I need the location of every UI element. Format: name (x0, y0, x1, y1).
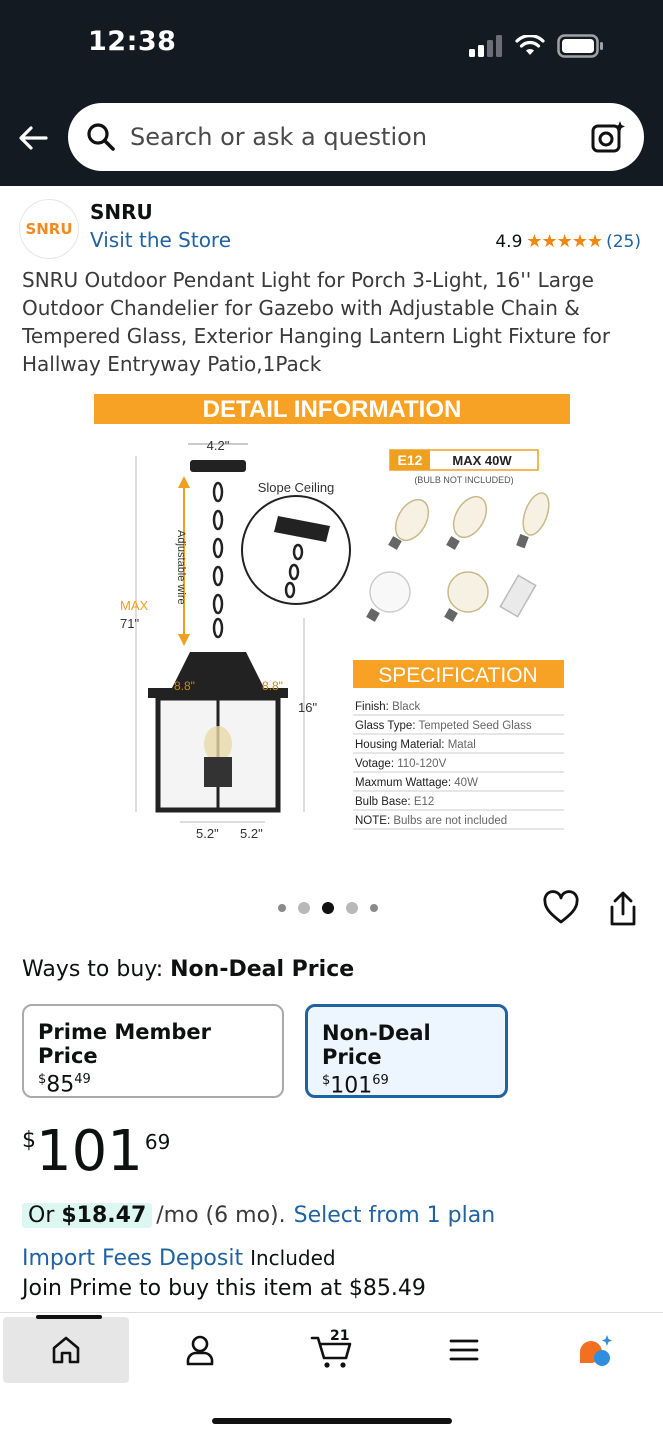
home-indicator (212, 1418, 452, 1424)
review-count[interactable]: (25) (606, 232, 641, 252)
share-icon[interactable] (606, 890, 640, 928)
brand-logo[interactable]: SNRU (20, 200, 78, 258)
wifi-icon (515, 35, 545, 55)
option-label: Prime Member Price (38, 1020, 212, 1068)
ways-to-buy: Ways to buy: Non-Deal Price (22, 957, 355, 982)
join-prime-text: Join Prime to buy this item at $85.49 (22, 1276, 426, 1301)
svg-text:71": 71" (120, 616, 139, 631)
option-label: Non-Deal Price (322, 1021, 431, 1069)
svg-text:SPECIFICATION: SPECIFICATION (378, 664, 537, 687)
installment-offer: Or $18.47 /mo (6 mo). Select from 1 plan (22, 1203, 495, 1228)
spec-row: Housing Material: Matal (355, 739, 476, 751)
search-icon (87, 123, 115, 151)
brand-name: SNRU (90, 200, 153, 224)
star-rating-icon: ★★★★★ (526, 231, 603, 252)
banner-text: DETAIL INFORMATION (203, 396, 462, 423)
option-price: $10169 (322, 1073, 389, 1099)
svg-text:16": 16" (298, 700, 317, 715)
menu-icon (449, 1339, 479, 1361)
spec-row: Glass Type: Tempeted Seed Glass (355, 720, 532, 732)
nav-cart[interactable]: 21 (272, 1317, 392, 1383)
prime-price-option[interactable]: Prime Member Price $8549 (22, 1004, 284, 1098)
signal-icon (469, 35, 502, 57)
non-deal-price-option[interactable]: Non-Deal Price $10169 (305, 1004, 508, 1098)
camera-search-icon[interactable] (590, 119, 626, 155)
cart-count: 21 (330, 1328, 350, 1344)
svg-text:MAX: MAX (120, 598, 149, 613)
svg-text:Adjustable wire: Adjustable wire (175, 530, 187, 605)
spec-row: Votage: 110-120V (355, 758, 447, 770)
cart-icon: 21 (310, 1328, 354, 1370)
rufus-assistant-icon (580, 1335, 612, 1366)
product-image[interactable]: DETAIL INFORMATION 4.2" Adjustable wire … (90, 392, 575, 847)
carousel-dot-active[interactable] (322, 902, 334, 914)
svg-text:8.8": 8.8" (262, 679, 283, 693)
select-plan-link[interactable]: Select from 1 plan (294, 1203, 496, 1228)
carousel-dot[interactable] (298, 902, 310, 914)
svg-text:4.2": 4.2" (207, 438, 230, 453)
search-bar[interactable]: Search or ask a question (68, 103, 644, 171)
svg-text:5.2": 5.2" (196, 826, 219, 841)
rating-summary[interactable]: 4.9 ★★★★★ (25) (495, 231, 641, 252)
spec-row: Finish: Black (355, 701, 420, 713)
status-time: 12:38 (88, 26, 177, 57)
nav-rufus[interactable] (536, 1317, 656, 1383)
product-title: SNRU Outdoor Pendant Light for Porch 3-L… (22, 268, 611, 376)
image-carousel-dots[interactable] (278, 902, 378, 914)
current-price: $ 101 69 (22, 1119, 171, 1184)
top-header: 12:38 Search or ask a question (0, 0, 663, 186)
svg-text:Slope Ceiling: Slope Ceiling (258, 480, 335, 495)
search-input[interactable]: Search or ask a question (130, 123, 590, 151)
import-fees: Import Fees Deposit Included (22, 1246, 336, 1271)
svg-text:(BULB NOT INCLUDED): (BULB NOT INCLUDED) (414, 475, 513, 485)
rating-value: 4.9 (495, 231, 523, 252)
back-arrow-icon[interactable] (16, 120, 52, 156)
battery-icon (557, 34, 603, 58)
carousel-dot[interactable] (346, 902, 358, 914)
spec-row: Bulb Base: E12 (355, 796, 434, 808)
svg-text:E12: E12 (398, 452, 423, 468)
status-icons (469, 34, 605, 58)
nav-profile[interactable] (140, 1317, 260, 1383)
svg-text:8.8": 8.8" (174, 679, 195, 693)
home-icon (52, 1336, 80, 1364)
svg-text:5.2": 5.2" (240, 826, 263, 841)
import-fees-link[interactable]: Import Fees Deposit (22, 1246, 243, 1271)
spec-row: Maxmum Wattage: 40W (355, 777, 478, 789)
nav-home[interactable] (3, 1315, 129, 1383)
heart-icon[interactable] (542, 890, 580, 926)
ways-to-buy-selected: Non-Deal Price (170, 957, 355, 982)
carousel-dot[interactable] (370, 904, 378, 912)
installment-badge: Or $18.47 (22, 1203, 153, 1228)
visit-store-link[interactable]: Visit the Store (90, 228, 231, 252)
nav-active-indicator (36, 1315, 102, 1319)
spec-row: NOTE: Bulbs are not included (355, 815, 507, 827)
option-price: $8549 (38, 1072, 91, 1098)
nav-menu[interactable] (404, 1317, 524, 1383)
profile-icon (186, 1335, 214, 1366)
carousel-dot[interactable] (278, 904, 286, 912)
svg-text:MAX 40W: MAX 40W (452, 453, 512, 468)
